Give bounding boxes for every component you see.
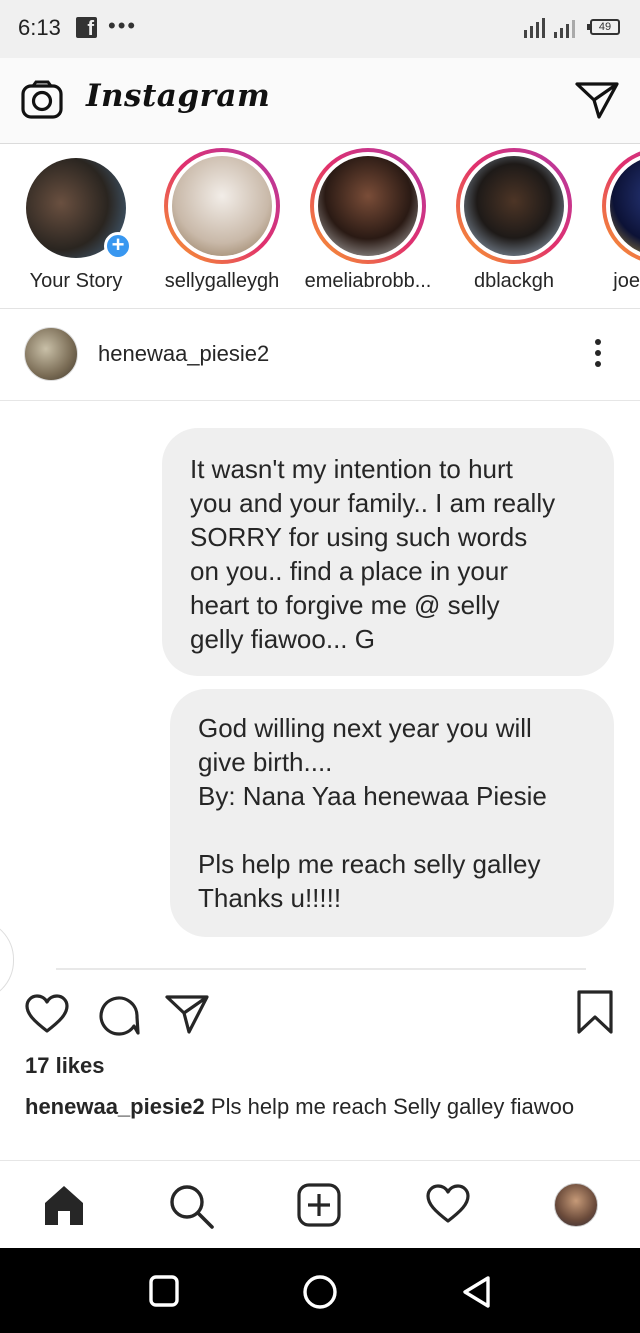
recents-button[interactable] bbox=[148, 1274, 180, 1308]
message-bubble: God willing next year you will give birt… bbox=[170, 689, 614, 937]
story-label: joe bbox=[613, 270, 640, 292]
activity-heart-icon[interactable] bbox=[425, 1183, 471, 1225]
likes-count[interactable]: 17 likes bbox=[25, 1053, 105, 1079]
add-story-icon[interactable]: + bbox=[104, 232, 132, 260]
story-avatar bbox=[464, 156, 564, 256]
caption-username[interactable]: henewaa_piesie2 bbox=[25, 1094, 205, 1119]
instagram-logo: Instagram bbox=[86, 78, 271, 114]
battery-indicator: 49 bbox=[587, 19, 620, 35]
bottom-nav bbox=[0, 1160, 640, 1248]
share-icon[interactable] bbox=[164, 993, 210, 1035]
app-header: Instagram bbox=[0, 58, 640, 144]
story-label: emeliabrobb... bbox=[304, 270, 432, 292]
direct-message-icon[interactable] bbox=[574, 80, 620, 120]
post-actions bbox=[0, 981, 640, 1051]
back-button[interactable] bbox=[460, 1274, 494, 1310]
home-button[interactable] bbox=[302, 1274, 338, 1310]
story-label: Your Story bbox=[29, 270, 123, 292]
message-bubble: It wasn't my intention to hurt you and y… bbox=[162, 428, 614, 676]
divider bbox=[56, 968, 586, 970]
post-image[interactable]: It wasn't my intention to hurt you and y… bbox=[0, 401, 640, 1001]
more-options-icon[interactable] bbox=[588, 339, 608, 373]
post-author-avatar[interactable] bbox=[24, 327, 78, 381]
post-header: henewaa_piesie2 bbox=[0, 309, 640, 401]
system-nav-bar bbox=[0, 1248, 640, 1333]
search-icon[interactable] bbox=[168, 1183, 216, 1231]
status-time: 6:13 bbox=[18, 15, 61, 40]
post-caption: henewaa_piesie2 Pls help me reach Selly … bbox=[25, 1090, 615, 1123]
caption-text: Pls help me reach Selly galley fiawoo bbox=[210, 1094, 575, 1119]
new-post-icon[interactable] bbox=[297, 1183, 341, 1227]
stories-tray: + Your Story sellygalleygh emeliabrobb..… bbox=[0, 144, 640, 309]
story-avatar bbox=[318, 156, 418, 256]
story-label: sellygalleygh bbox=[164, 270, 280, 292]
bookmark-icon[interactable] bbox=[576, 989, 614, 1035]
home-icon[interactable] bbox=[42, 1183, 86, 1227]
post-username[interactable]: henewaa_piesie2 bbox=[98, 341, 269, 367]
status-bar: 6:13 f ••• 49 bbox=[0, 0, 640, 58]
heart-icon[interactable] bbox=[24, 993, 70, 1035]
signal-icon bbox=[524, 18, 575, 38]
story-avatar bbox=[172, 156, 272, 256]
more-notifications-icon: ••• bbox=[108, 13, 138, 38]
facebook-icon: f bbox=[76, 17, 97, 38]
camera-icon[interactable] bbox=[20, 80, 64, 120]
profile-avatar[interactable] bbox=[554, 1183, 598, 1227]
comment-icon[interactable] bbox=[97, 993, 141, 1037]
